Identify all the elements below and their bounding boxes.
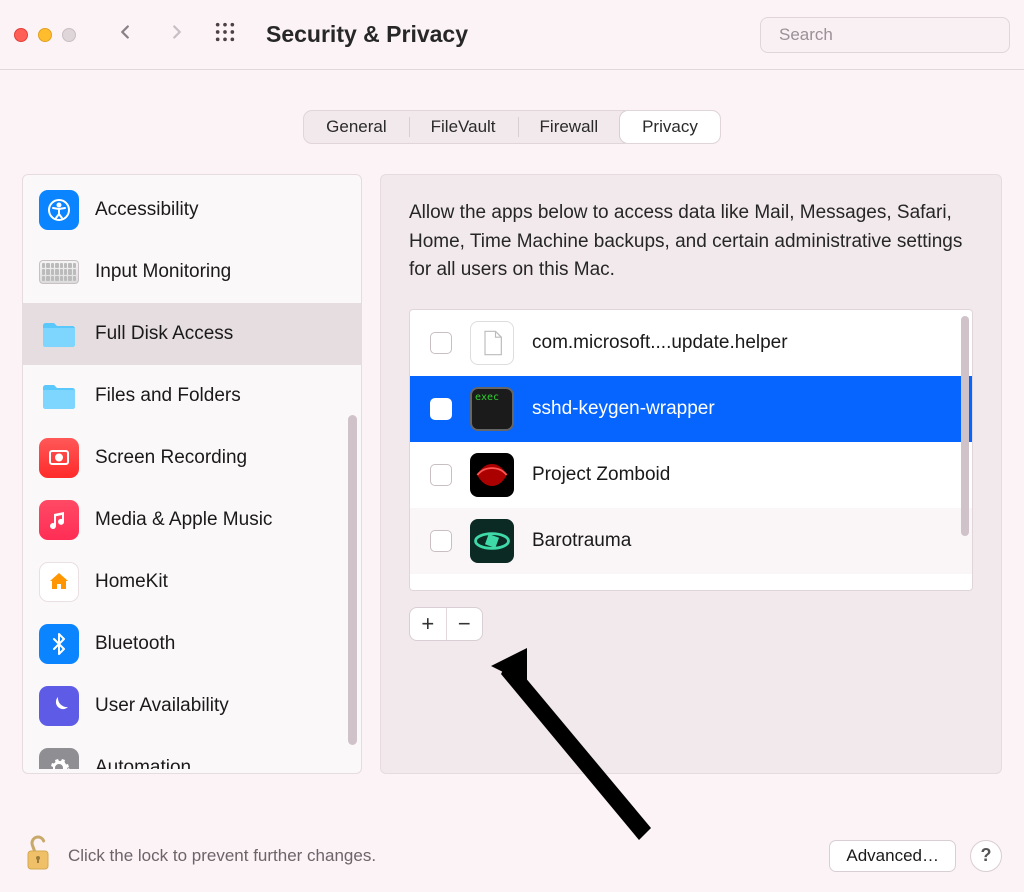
advanced-button[interactable]: Advanced… [829,840,956,872]
titlebar: Security & Privacy [0,0,1024,70]
home-icon [39,562,79,602]
advanced-button-label: Advanced… [846,846,939,866]
content-pane: Allow the apps below to access data like… [380,174,1002,774]
sidebar-item-media-apple-music[interactable]: Media & Apple Music [23,489,361,551]
sidebar-item-label: Screen Recording [95,447,247,469]
app-name: sshd-keygen-wrapper [532,398,715,420]
tab-label: Privacy [642,117,698,137]
app-name: com.microsoft....update.helper [532,332,788,354]
lock-text: Click the lock to prevent further change… [68,846,815,866]
sidebar-item-label: Automation [95,757,191,769]
app-row[interactable]: exec sshd-keygen-wrapper [410,376,972,442]
sidebar-item-input-monitoring[interactable]: Input Monitoring [23,241,361,303]
add-app-button[interactable]: + [410,608,446,640]
page-title: Security & Privacy [266,21,468,48]
help-button-label: ? [981,845,992,866]
sidebar-item-label: Files and Folders [95,385,241,407]
sidebar-item-bluetooth[interactable]: Bluetooth [23,613,361,675]
barotrauma-icon [470,519,514,563]
main-panel: Accessibility Input Monitoring Full Disk… [22,174,1002,774]
add-remove-buttons: + − [409,607,483,641]
app-checkbox[interactable] [430,464,452,486]
app-name: Project Zomboid [532,464,670,486]
tab-label: FileVault [431,117,496,137]
app-list: com.microsoft....update.helper exec sshd… [409,309,973,591]
show-all-prefs-button[interactable] [214,21,236,48]
accessibility-icon [39,190,79,230]
sidebar-item-files-and-folders[interactable]: Files and Folders [23,365,361,427]
tab-privacy[interactable]: Privacy [620,111,720,143]
app-name: Barotrauma [532,530,631,552]
tabs-segmented: General FileVault Firewall Privacy [303,110,721,144]
app-list-scrollbar[interactable] [961,316,969,536]
sidebar-item-accessibility[interactable]: Accessibility [23,179,361,241]
tab-label: Firewall [540,117,599,137]
sidebar-item-automation[interactable]: Automation [23,737,361,769]
search-input[interactable] [779,25,1000,45]
folder-icon [39,314,79,354]
tabs-bar: General FileVault Firewall Privacy [0,110,1024,144]
minimize-window-button[interactable] [38,28,52,42]
tab-firewall[interactable]: Firewall [518,111,621,143]
bluetooth-icon [39,624,79,664]
terminal-icon: exec [470,387,514,431]
tab-label: General [326,117,386,137]
app-checkbox[interactable] [430,530,452,552]
gear-icon [39,748,79,769]
privacy-categories-sidebar: Accessibility Input Monitoring Full Disk… [22,174,362,774]
sidebar-item-homekit[interactable]: HomeKit [23,551,361,613]
close-window-button[interactable] [14,28,28,42]
app-row[interactable]: com.microsoft....update.helper [410,310,972,376]
app-checkbox[interactable] [430,398,452,420]
app-checkbox[interactable] [430,332,452,354]
sidebar-item-label: HomeKit [95,571,168,593]
app-row[interactable]: Barotrauma [410,508,972,574]
screen-recording-icon [39,438,79,478]
fullscreen-window-button[interactable] [62,28,76,42]
footer-bar: Click the lock to prevent further change… [22,833,1002,878]
app-row[interactable]: Project Zomboid [410,442,972,508]
lock-button[interactable] [22,833,54,878]
help-button[interactable]: ? [970,840,1002,872]
sidebar-item-label: Accessibility [95,199,198,221]
music-icon [39,500,79,540]
tab-general[interactable]: General [304,111,408,143]
sidebar-item-label: User Availability [95,695,229,717]
content-description: Allow the apps below to access data like… [409,199,973,285]
document-icon [470,321,514,365]
folder-icon [39,376,79,416]
traffic-lights [14,28,76,42]
sidebar-item-label: Bluetooth [95,633,175,655]
tab-filevault[interactable]: FileVault [409,111,518,143]
forward-button[interactable] [166,21,188,48]
sidebar-item-label: Input Monitoring [95,261,231,283]
project-zomboid-icon [470,453,514,497]
search-field[interactable] [760,17,1010,53]
sidebar-item-label: Full Disk Access [95,323,233,345]
sidebar-item-user-availability[interactable]: User Availability [23,675,361,737]
keyboard-icon [39,252,79,292]
remove-app-button[interactable]: − [446,608,483,640]
sidebar-item-full-disk-access[interactable]: Full Disk Access [23,303,361,365]
sidebar-item-label: Media & Apple Music [95,509,272,531]
moon-icon [39,686,79,726]
sidebar-item-screen-recording[interactable]: Screen Recording [23,427,361,489]
back-button[interactable] [114,21,136,48]
sidebar-scrollbar[interactable] [348,415,357,745]
